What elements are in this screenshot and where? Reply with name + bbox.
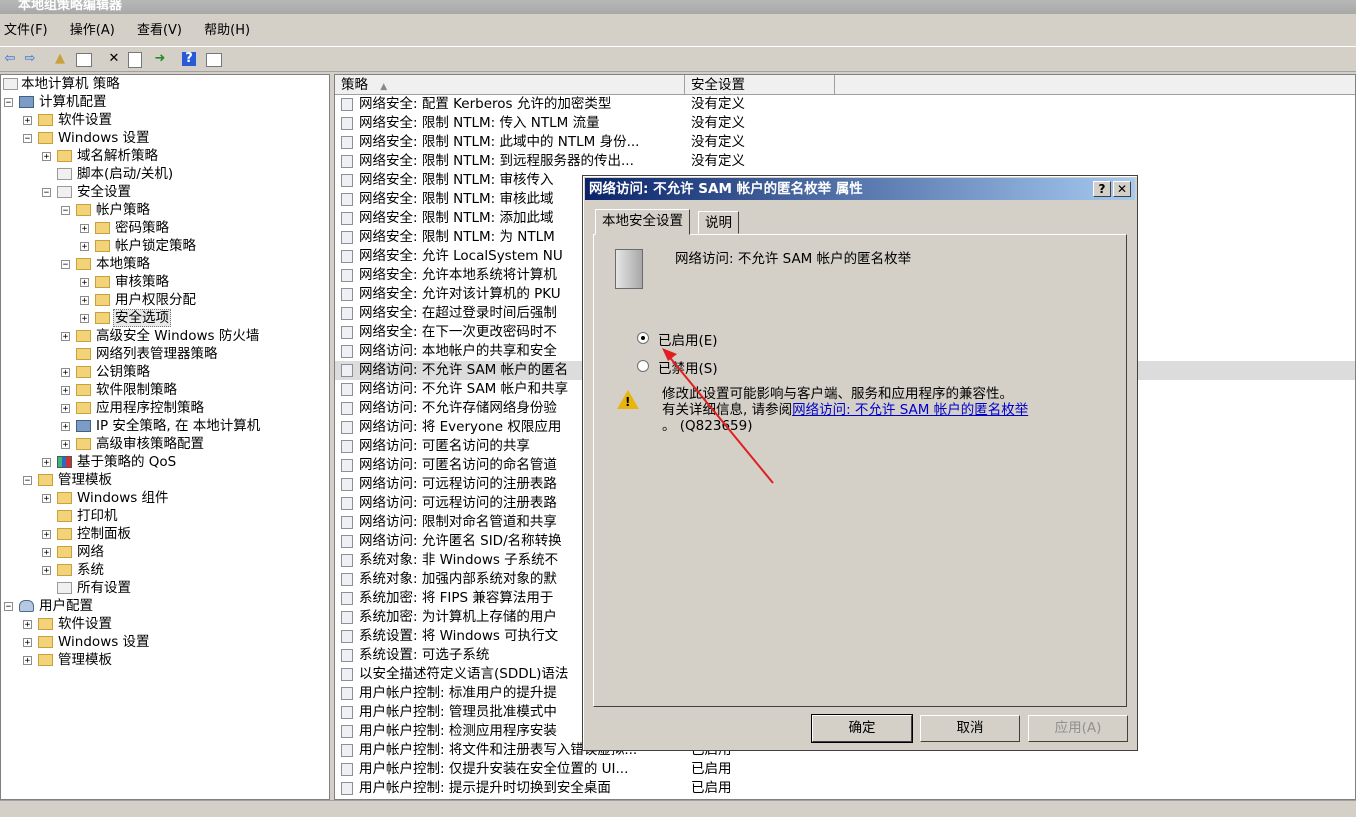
annotation-arrow <box>662 348 774 484</box>
annotation-arrow-line <box>666 353 774 484</box>
tab-local-security-setting[interactable]: 本地安全设置 <box>595 209 690 235</box>
annotation-arrow-head <box>662 348 677 361</box>
